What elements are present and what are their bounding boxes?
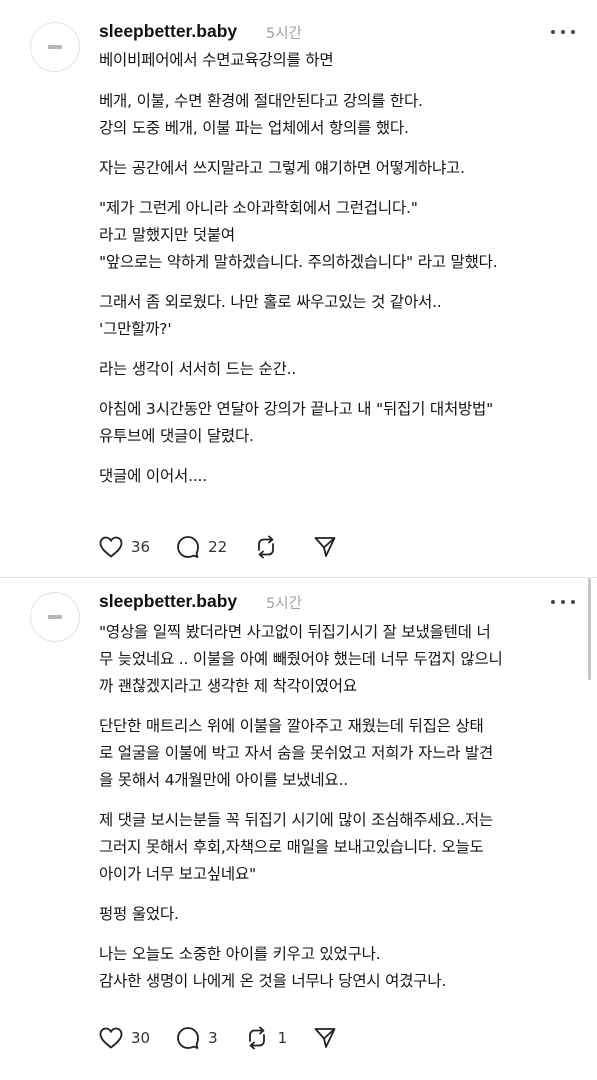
avatar-logo xyxy=(48,45,62,49)
comment-bubble-icon xyxy=(177,1027,199,1049)
repost-count: 1 xyxy=(277,1029,288,1047)
comment-button[interactable]: 22 xyxy=(176,535,227,559)
post-header: sleepbetter.baby 5시간 xyxy=(99,589,577,615)
action-bar: 36 22 xyxy=(99,533,363,561)
post-paragraph: 자는 공간에서 쓰지말라고 그렇게 얘기하면 어떻게하냐고. xyxy=(99,159,465,177)
comment-button[interactable]: 3 xyxy=(176,1026,218,1050)
send-icon xyxy=(314,537,336,557)
repost-icon xyxy=(248,1026,265,1050)
post-paragraph: 그래서 좀 외로웠다. 나만 홀로 싸우고있는 것 같아서.. '그만할까?' xyxy=(99,293,442,338)
avatar[interactable] xyxy=(30,592,80,642)
like-count: 30 xyxy=(131,1029,151,1047)
heart-icon xyxy=(99,1027,123,1049)
like-count: 36 xyxy=(131,538,151,556)
send-icon xyxy=(314,1028,336,1048)
avatar[interactable] xyxy=(30,22,80,72)
repost-button[interactable]: 1 xyxy=(244,1026,288,1050)
post-time: 5시간 xyxy=(266,26,302,42)
action-bar: 30 3 1 xyxy=(99,1024,363,1052)
comment-count: 3 xyxy=(208,1029,218,1047)
post-paragraph: 단단한 매트리스 위에 이불을 깔아주고 재웠는데 뒤집은 상태 로 얼굴을 이… xyxy=(99,717,494,789)
post-paragraph: 제 댓글 보시는분들 꼭 뒤집기 시기에 많이 조심해주세요..저는 그러지 못… xyxy=(99,811,494,883)
username[interactable]: sleepbetter.baby xyxy=(99,591,237,612)
post-body: "영상을 일찍 봤더라면 사고없이 뒤집기시기 잘 보냈을텐데 너 무 늦었네요… xyxy=(99,619,583,995)
post-time: 5시간 xyxy=(266,596,302,612)
more-dots-icon[interactable] xyxy=(551,597,575,607)
post-paragraph: 펑펑 울었다. xyxy=(99,905,179,923)
like-button[interactable]: 30 xyxy=(99,1027,150,1049)
post-paragraph: 라는 생각이 서서히 드는 순간.. xyxy=(99,360,297,378)
username[interactable]: sleepbetter.baby xyxy=(99,21,237,42)
heart-icon xyxy=(99,536,123,558)
scrollbar[interactable] xyxy=(588,578,591,680)
share-button[interactable] xyxy=(313,535,337,559)
repost-button[interactable] xyxy=(253,535,287,559)
post-paragraph: 베이비페어에서 수면교육강의를 하면 xyxy=(99,51,334,69)
more-dots-icon[interactable] xyxy=(551,27,575,37)
avatar-logo xyxy=(48,615,62,619)
comment-count: 22 xyxy=(208,538,228,556)
share-button[interactable] xyxy=(313,1026,337,1050)
post-paragraph: "영상을 일찍 봤더라면 사고없이 뒤집기시기 잘 보냈을텐데 너 무 늦었네요… xyxy=(99,623,503,695)
post-paragraph: 댓글에 이어서.... xyxy=(99,467,207,485)
post-header: sleepbetter.baby 5시간 xyxy=(99,19,577,45)
comment-bubble-icon xyxy=(177,536,199,558)
post-paragraph: 베개, 이불, 수면 환경에 절대안된다고 강의를 한다. 강의 도중 베개, … xyxy=(99,92,423,137)
post-paragraph: 아침에 3시간동안 연달아 강의가 끝나고 내 "뒤집기 대처방법" 유투브에 … xyxy=(99,400,494,445)
post-divider xyxy=(0,577,597,578)
repost-icon xyxy=(258,535,275,559)
post-paragraph: 나는 오늘도 소중한 아이를 키우고 있었구나. 감사한 생명이 나에게 온 것… xyxy=(99,945,447,990)
like-button[interactable]: 36 xyxy=(99,536,150,558)
post-body: 베이비페어에서 수면교육강의를 하면 베개, 이불, 수면 환경에 절대안된다고… xyxy=(99,47,583,490)
post-paragraph: "제가 그런게 아니라 소아과학회에서 그런겁니다." 라고 말했지만 덧붙여 … xyxy=(99,199,498,271)
